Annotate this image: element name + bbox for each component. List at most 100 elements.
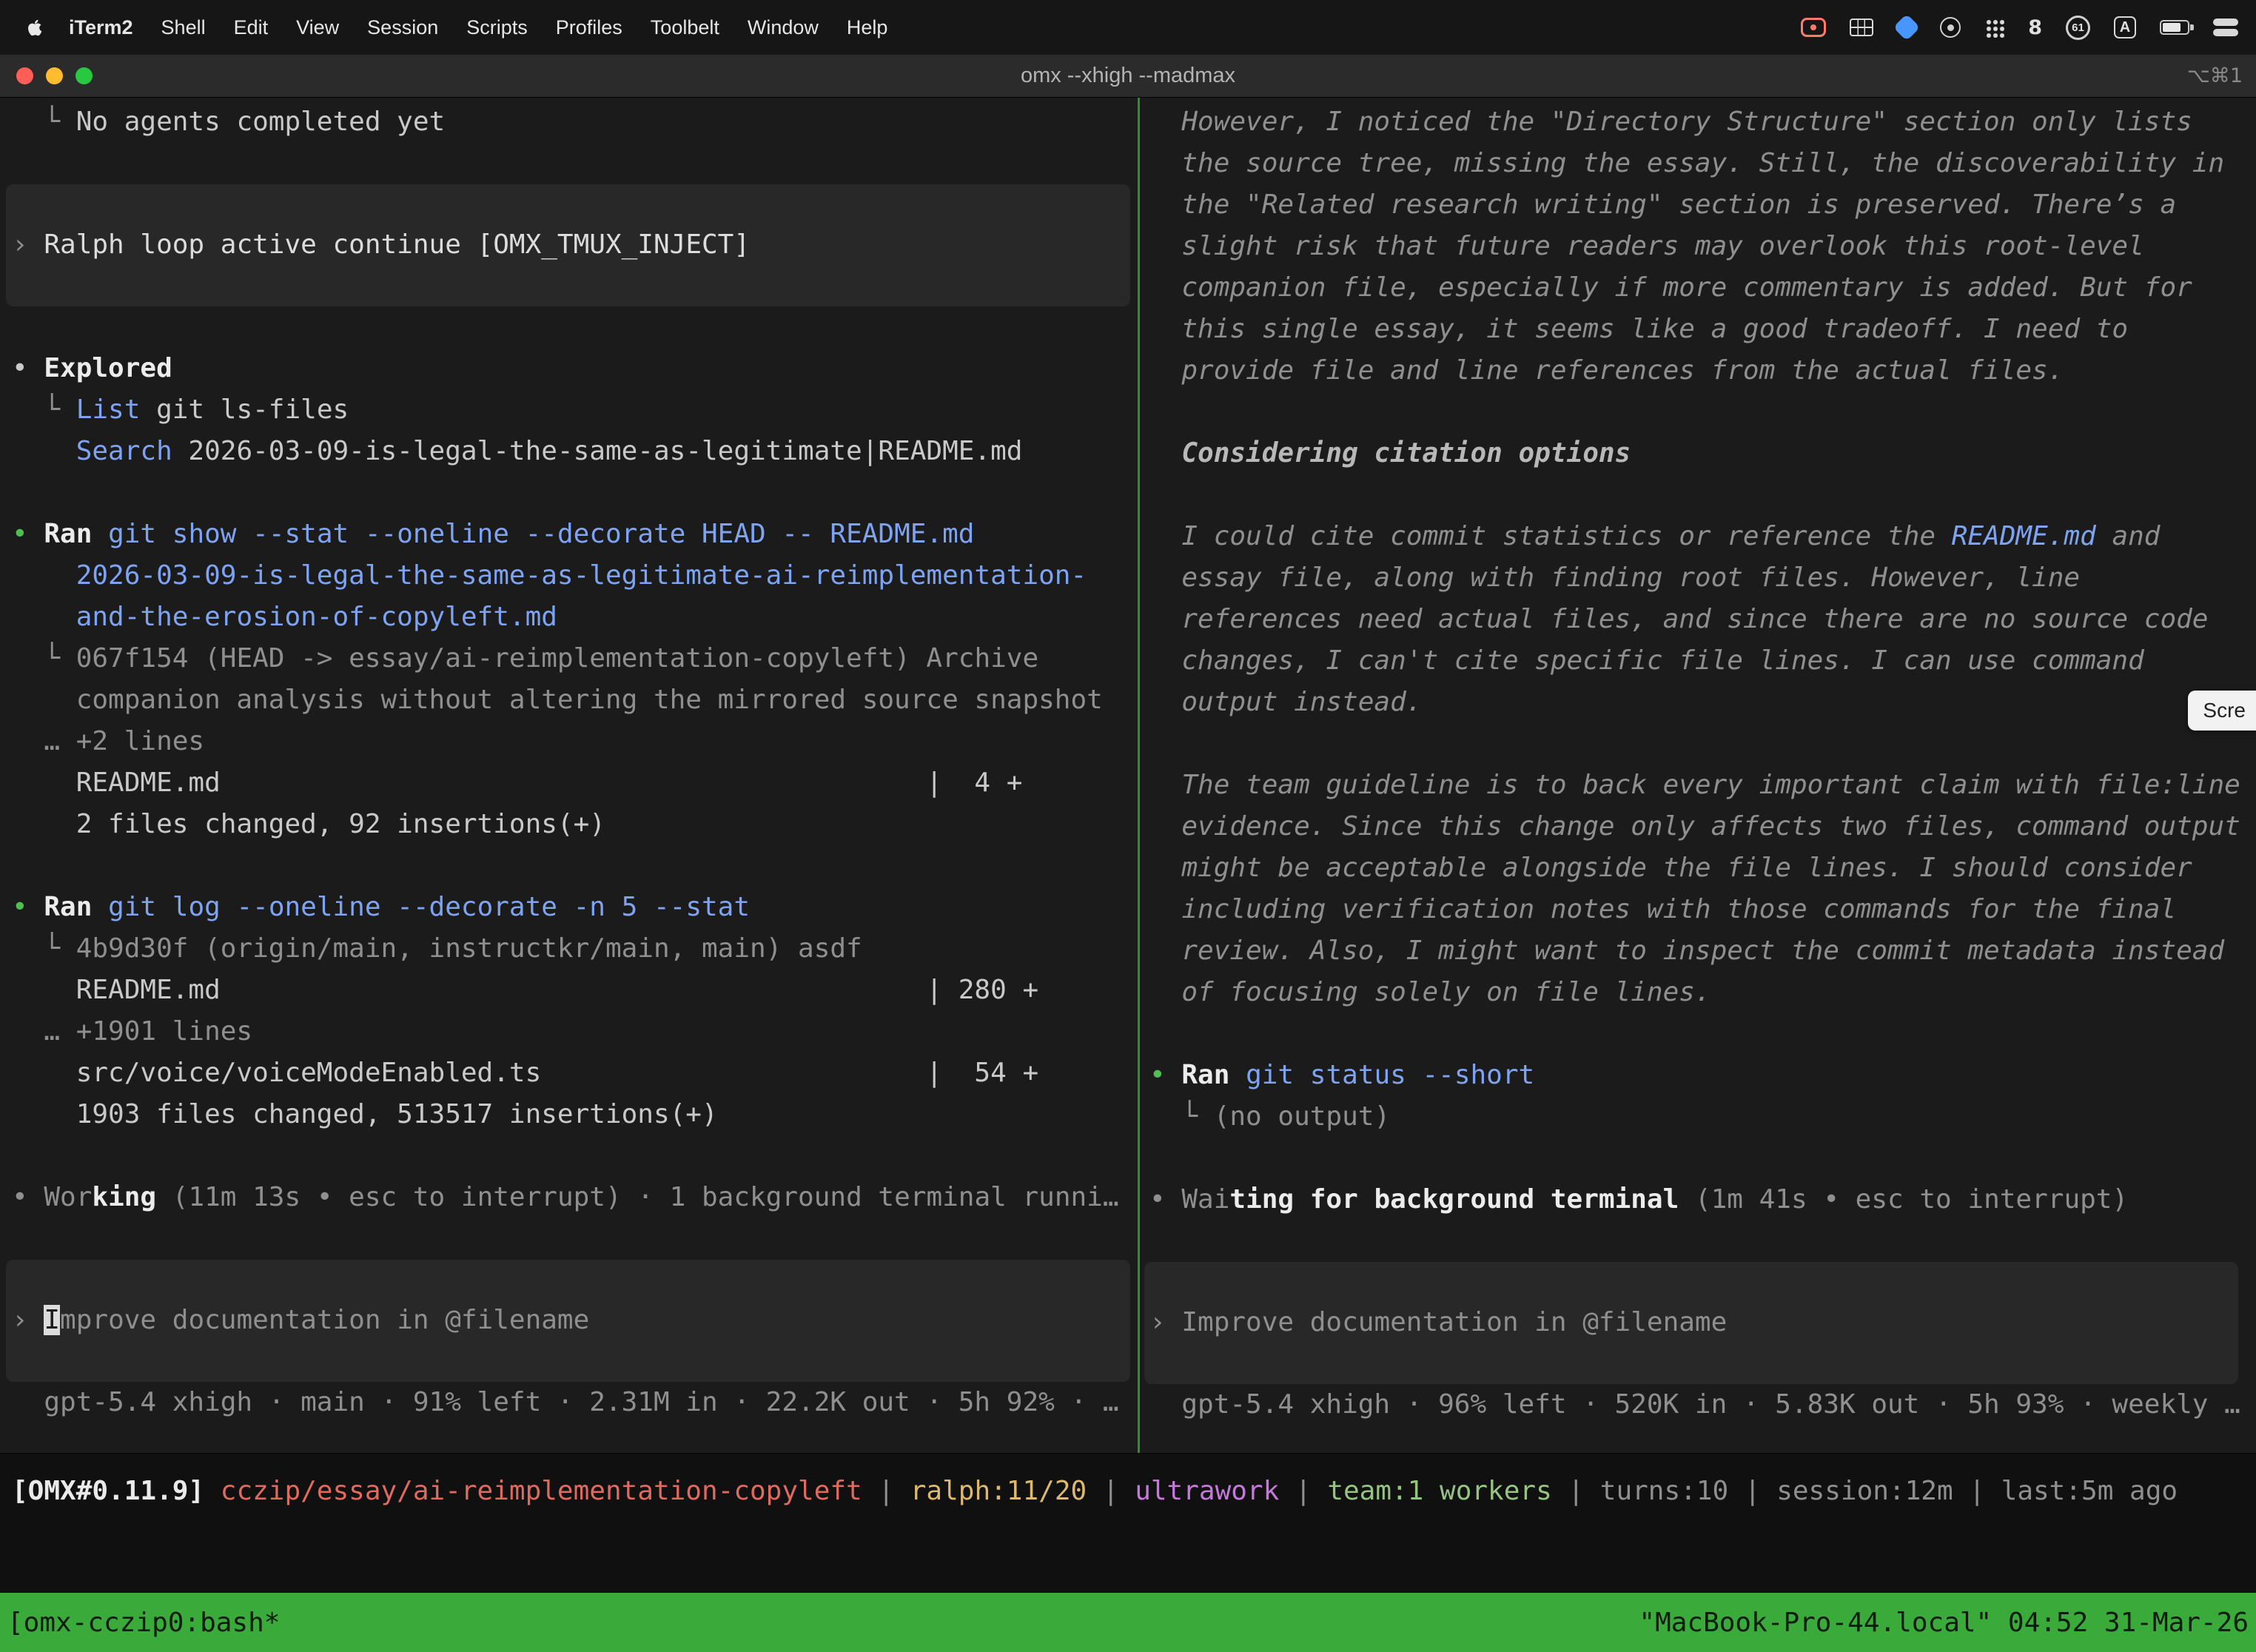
omx-status-bar: [OMX#0.11.9] cczip/essay/ai-reimplementa… [0,1453,2256,1593]
menu-item-shell[interactable]: Shell [147,16,220,39]
terminal-line: and-the-erosion-of-copyleft.md [0,597,1138,638]
text-segment: | [1953,1476,2001,1506]
box-line: › Improve documentation in @filename [6,1300,1130,1341]
text-segment: ralph:11/20 [910,1476,1087,1506]
terminal-panes: └ No agents completed yet › Ralph loop ac… [0,98,2256,1453]
apple-logo-icon[interactable] [25,16,44,38]
terminal-line: changes, I can't cite specific file line… [1140,640,2256,682]
text-segment: • [12,519,44,549]
terminal-line: companion file, especially if more comme… [1140,267,2256,309]
close-button[interactable] [16,67,33,84]
raycast-icon[interactable] [1893,14,1921,41]
text-segment: git status --short [1246,1060,1534,1090]
tmux-status-bar: [omx-cczip0:bash* "MacBook-Pro-44.local"… [0,1593,2256,1652]
blank-line [0,143,1138,184]
menu-item-help[interactable]: Help [833,16,902,39]
menu-item-window[interactable]: Window [733,16,833,39]
gauge-61-icon[interactable]: 61 [2066,16,2090,40]
terminal-line: └ List git ls-files [0,389,1138,431]
prompt-input-left[interactable]: › Improve documentation in @filename [6,1260,1130,1382]
terminal-line: … +2 lines [0,721,1138,762]
prompt-input-right[interactable]: › Improve documentation in @filename [1144,1262,2238,1384]
text-segment: the source tree, missing the essay. Stil… [1149,148,2224,178]
text-segment [92,519,108,549]
text-segment: changes, I can't cite specific file line… [1149,645,2144,676]
text-segment: 2 files changed, 92 insertions(+) [12,809,605,839]
blank-line [1140,723,2256,765]
text-segment: › [12,229,44,260]
text-segment: I could cite commit statistics or refere… [1149,521,1952,551]
text-segment: | [862,1476,910,1506]
camera-dot-icon[interactable] [1940,17,1961,38]
keypad-8-icon[interactable]: 8 [2028,16,2042,39]
text-segment: └ [12,107,76,137]
text-segment: session:12m [1776,1476,1953,1506]
menu-item-toolbelt[interactable]: Toolbelt [637,16,733,39]
text-segment: src/voice/voiceModeEnabled.ts | 54 + [12,1058,1038,1088]
text-segment: review. Also, I might want to inspect th… [1149,936,2224,966]
terminal-line: • Ran git show --stat --oneline --decora… [0,514,1138,555]
blank-line [1140,1220,2256,1262]
text-segment: • [1149,1184,1181,1215]
menu-item-view[interactable]: View [282,16,353,39]
terminal-line: └ No agents completed yet [0,101,1138,143]
text-segment: 4b9d30f (origin/main, instructkr/main, m… [76,933,862,964]
text-segment: | [1279,1476,1327,1506]
battery-icon[interactable] [2160,20,2189,35]
text-segment: (11m 13s • esc to interrupt) · 1 backgro… [156,1182,1118,1212]
traffic-lights [0,67,93,84]
text-segment: (no output) [1214,1101,1390,1132]
box-line: › Ralph loop active continue [OMX_TMUX_I… [6,224,1130,266]
text-segment: the "Related research writing" section i… [1149,189,2176,220]
terminal-line: Search 2026-03-09-is-legal-the-same-as-l… [0,431,1138,472]
text-segment: 067f154 (HEAD -> essay/ai-reimplementati… [76,643,1038,674]
text-segment: companion analysis without altering the … [12,685,1103,715]
terminal-line: └ 067f154 (HEAD -> essay/ai-reimplementa… [0,638,1138,679]
text-segment: ting for background terminal [1229,1184,1679,1215]
menu-bar: iTerm2ShellEditViewSessionScriptsProfile… [0,0,2256,55]
text-segment: Search [76,436,172,466]
text-segment: • [1149,1060,1181,1090]
terminal-line: • Working (11m 13s • esc to interrupt) ·… [0,1177,1138,1218]
right-pane: However, I noticed the "Directory Struct… [1140,98,2256,1453]
terminal-line: the "Related research writing" section i… [1140,184,2256,226]
text-segment: └ [12,643,76,674]
text-segment: README.md | 280 + [12,975,1038,1005]
text-segment: Ran [1181,1060,1229,1090]
menu-item-iterm2[interactable]: iTerm2 [55,16,147,39]
terminal-line: review. Also, I might want to inspect th… [1140,930,2256,972]
text-segment: Considering citation options [1149,438,1631,469]
terminal-line: essay file, along with finding root file… [1140,557,2256,599]
input-source-icon[interactable]: A [2114,16,2136,38]
text-segment: | [1552,1476,1600,1506]
menu-item-session[interactable]: Session [353,16,452,39]
screen-recording-icon[interactable] [1801,18,1826,37]
window-title-bar: omx --xhigh --madmax ⌥⌘1 [0,55,2256,98]
keyboard-grid-icon[interactable] [1850,19,1873,36]
text-segment: • [12,892,44,922]
dots-grid-icon[interactable] [1984,18,2004,38]
menu-item-edit[interactable]: Edit [220,16,283,39]
terminal-line: provide file and line references from th… [1140,350,2256,392]
text-segment: output instead. [1149,687,1422,717]
menu-item-profiles[interactable]: Profiles [542,16,637,39]
blank-line [1140,392,2256,433]
text-segment [92,892,108,922]
menubar-status-icons: 8 61 A [1801,16,2238,40]
text-segment: • [12,1182,44,1212]
window-shortcut-label: ⌥⌘1 [2187,64,2256,87]
terminal-line: output instead. [1140,682,2256,723]
text-segment: last:5m ago [2001,1476,2178,1506]
tmux-session-label: [omx-cczip0:bash* [7,1608,280,1638]
zoom-button[interactable] [75,67,93,84]
blank-line [1140,474,2256,516]
terminal-line: • Ran git status --short [1140,1055,2256,1096]
terminal-line: evidence. Since this change only affects… [1140,806,2256,847]
text-segment: | [1087,1476,1135,1506]
blank-line [0,472,1138,514]
terminal-line: 2 files changed, 92 insertions(+) [0,804,1138,845]
control-center-icon[interactable] [2213,19,2238,36]
minimize-button[interactable] [46,67,63,84]
menu-item-scripts[interactable]: Scripts [452,16,542,39]
screen-overlay-button[interactable]: Scre [2188,691,2256,731]
